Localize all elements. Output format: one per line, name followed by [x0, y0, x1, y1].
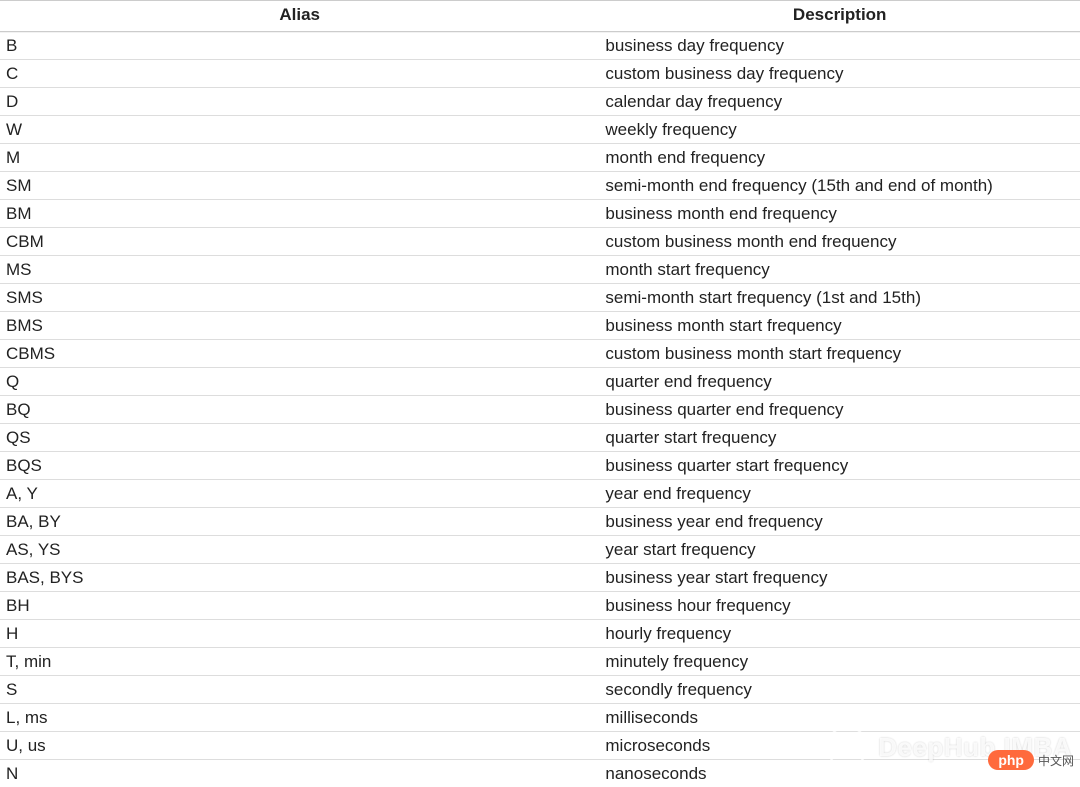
cell-alias: BM: [0, 200, 599, 228]
cell-alias: CBM: [0, 228, 599, 256]
table-row: T, minminutely frequency: [0, 648, 1080, 676]
table-row: L, msmilliseconds: [0, 704, 1080, 732]
cell-alias: BAS, BYS: [0, 564, 599, 592]
cell-description: custom business day frequency: [599, 60, 1080, 88]
cell-description: year start frequency: [599, 536, 1080, 564]
cell-alias: C: [0, 60, 599, 88]
cell-description: business quarter start frequency: [599, 452, 1080, 480]
cell-description: semi-month end frequency (15th and end o…: [599, 172, 1080, 200]
frequency-alias-table: Alias Description Bbusiness day frequenc…: [0, 0, 1080, 787]
cell-description: business quarter end frequency: [599, 396, 1080, 424]
table-row: BMSbusiness month start frequency: [0, 312, 1080, 340]
cell-description: calendar day frequency: [599, 88, 1080, 116]
cell-description: nanoseconds: [599, 760, 1080, 787]
table-row: AS, YSyear start frequency: [0, 536, 1080, 564]
cell-alias: A, Y: [0, 480, 599, 508]
cell-alias: BQS: [0, 452, 599, 480]
cell-alias: CBMS: [0, 340, 599, 368]
cell-alias: L, ms: [0, 704, 599, 732]
cell-description: business month start frequency: [599, 312, 1080, 340]
table-header-row: Alias Description: [0, 1, 1080, 32]
cell-description: weekly frequency: [599, 116, 1080, 144]
table-row: MSmonth start frequency: [0, 256, 1080, 284]
cell-description: hourly frequency: [599, 620, 1080, 648]
table-row: SMsemi-month end frequency (15th and end…: [0, 172, 1080, 200]
cell-description: month start frequency: [599, 256, 1080, 284]
table-row: Nnanoseconds: [0, 760, 1080, 787]
cell-alias: SM: [0, 172, 599, 200]
cell-description: custom business month start frequency: [599, 340, 1080, 368]
header-description: Description: [599, 1, 1080, 32]
table-row: BMbusiness month end frequency: [0, 200, 1080, 228]
cell-description: business hour frequency: [599, 592, 1080, 620]
cell-description: business month end frequency: [599, 200, 1080, 228]
table-row: Qquarter end frequency: [0, 368, 1080, 396]
table-row: SMSsemi-month start frequency (1st and 1…: [0, 284, 1080, 312]
cell-alias: M: [0, 144, 599, 172]
cell-description: semi-month start frequency (1st and 15th…: [599, 284, 1080, 312]
table-row: BHbusiness hour frequency: [0, 592, 1080, 620]
header-alias: Alias: [0, 1, 599, 32]
cell-description: microseconds: [599, 732, 1080, 760]
cell-description: month end frequency: [599, 144, 1080, 172]
table-row: QSquarter start frequency: [0, 424, 1080, 452]
cell-alias: BQ: [0, 396, 599, 424]
table-row: BQSbusiness quarter start frequency: [0, 452, 1080, 480]
cell-alias: S: [0, 676, 599, 704]
table-row: A, Yyear end frequency: [0, 480, 1080, 508]
table-row: CBMScustom business month start frequenc…: [0, 340, 1080, 368]
cell-alias: MS: [0, 256, 599, 284]
table-row: BAS, BYSbusiness year start frequency: [0, 564, 1080, 592]
table-row: CBMcustom business month end frequency: [0, 228, 1080, 256]
cell-description: business year end frequency: [599, 508, 1080, 536]
table-row: Bbusiness day frequency: [0, 32, 1080, 60]
cell-description: quarter end frequency: [599, 368, 1080, 396]
cell-alias: SMS: [0, 284, 599, 312]
cell-alias: W: [0, 116, 599, 144]
cell-description: milliseconds: [599, 704, 1080, 732]
cell-alias: D: [0, 88, 599, 116]
table-row: Dcalendar day frequency: [0, 88, 1080, 116]
cell-description: year end frequency: [599, 480, 1080, 508]
table-row: BQbusiness quarter end frequency: [0, 396, 1080, 424]
table-row: U, usmicroseconds: [0, 732, 1080, 760]
table-row: Ccustom business day frequency: [0, 60, 1080, 88]
cell-description: business day frequency: [599, 32, 1080, 60]
table-row: Mmonth end frequency: [0, 144, 1080, 172]
cell-description: secondly frequency: [599, 676, 1080, 704]
cell-alias: QS: [0, 424, 599, 452]
cell-alias: H: [0, 620, 599, 648]
cell-alias: U, us: [0, 732, 599, 760]
cell-description: minutely frequency: [599, 648, 1080, 676]
cell-alias: Q: [0, 368, 599, 396]
cell-description: quarter start frequency: [599, 424, 1080, 452]
cell-description: custom business month end frequency: [599, 228, 1080, 256]
table-row: Ssecondly frequency: [0, 676, 1080, 704]
cell-alias: T, min: [0, 648, 599, 676]
table-row: Wweekly frequency: [0, 116, 1080, 144]
table-row: BA, BYbusiness year end frequency: [0, 508, 1080, 536]
cell-description: business year start frequency: [599, 564, 1080, 592]
cell-alias: BH: [0, 592, 599, 620]
cell-alias: B: [0, 32, 599, 60]
cell-alias: BA, BY: [0, 508, 599, 536]
cell-alias: AS, YS: [0, 536, 599, 564]
cell-alias: BMS: [0, 312, 599, 340]
table-row: Hhourly frequency: [0, 620, 1080, 648]
cell-alias: N: [0, 760, 599, 787]
